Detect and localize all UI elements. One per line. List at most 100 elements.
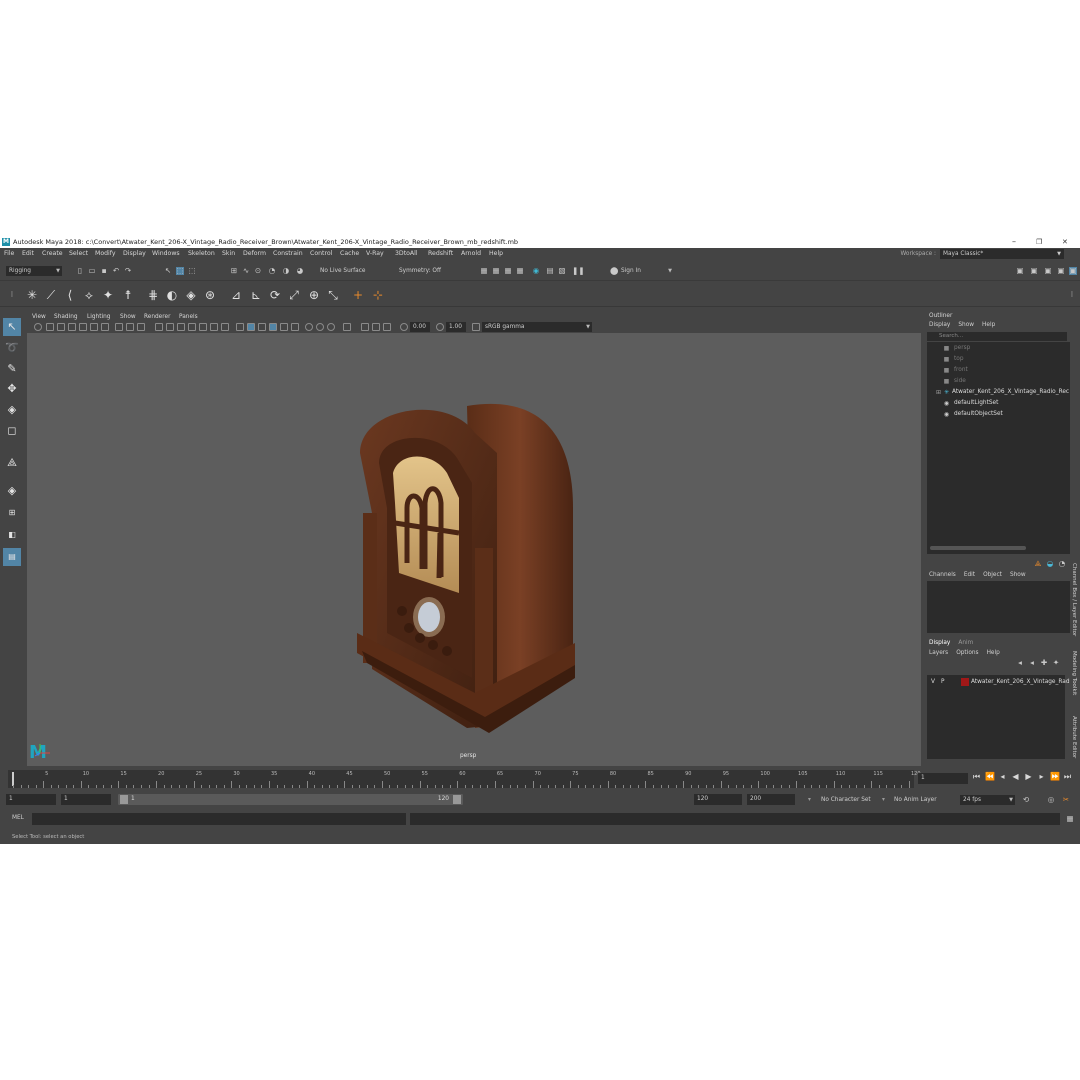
select-tool-icon[interactable]: ↖ <box>3 318 21 336</box>
vp-menu-show[interactable]: Show <box>120 312 136 322</box>
move-tool-icon[interactable]: ✥ <box>3 380 21 398</box>
current-frame-field[interactable]: 1 <box>918 773 968 784</box>
outliner-menu-display[interactable]: Display <box>929 322 950 328</box>
vp-menu-lighting[interactable]: Lighting <box>87 312 110 322</box>
bookmark-icon[interactable] <box>57 323 65 331</box>
step-back-key-icon[interactable]: ⏪ <box>985 772 995 782</box>
channel-box[interactable] <box>927 581 1070 633</box>
symmetry-label[interactable]: Symmetry: Off <box>399 266 441 276</box>
joint-tool-icon[interactable]: ✳ <box>24 287 40 303</box>
menu-vray[interactable]: V-Ray <box>366 248 384 260</box>
safe-action-icon[interactable] <box>137 323 145 331</box>
scale-tool-icon[interactable]: ◻ <box>3 422 21 440</box>
render-settings-icon[interactable]: ▦ <box>516 267 524 275</box>
snap-live-icon[interactable]: ◕ <box>296 267 304 275</box>
xray-components-icon[interactable] <box>258 323 266 331</box>
menu-create[interactable]: Create <box>42 248 63 260</box>
color-space-dropdown[interactable]: sRGB gamma ▼ <box>482 322 592 332</box>
step-forward-frame-icon[interactable]: ▸ <box>1037 772 1046 782</box>
render-sequence-icon[interactable]: ▦ <box>492 267 500 275</box>
motion-blur-icon[interactable] <box>280 323 288 331</box>
layer-name[interactable]: Atwater_Kent_206_X_Vintage_Rad <box>971 677 1070 687</box>
vp-menu-renderer[interactable]: Renderer <box>144 312 170 322</box>
character-set-dropdown[interactable]: No Character Set <box>821 795 871 805</box>
snap-surface-icon[interactable]: ◑ <box>282 267 290 275</box>
layer-editor-icon[interactable]: ▣ <box>1069 267 1077 275</box>
anti-aliasing-icon[interactable] <box>291 323 299 331</box>
channelbox-menu-show[interactable]: Show <box>1010 572 1026 578</box>
bind-skin-icon[interactable]: ⋕ <box>145 287 161 303</box>
select-hierarchy-icon[interactable]: ↖ <box>164 267 172 275</box>
live-surface-label[interactable]: No Live Surface <box>320 266 366 276</box>
rs-render-icon[interactable]: ▧ <box>558 267 566 275</box>
range-bar[interactable]: 1 120 <box>118 794 463 805</box>
layer-visibility-toggle[interactable]: V <box>931 677 935 687</box>
preferences-icon[interactable]: ✂ <box>1062 796 1070 804</box>
playback-start-field[interactable]: 1 <box>61 794 111 805</box>
sign-in-dropdown[interactable]: Sign In ▼ <box>618 266 674 276</box>
end-time-field[interactable]: 200 <box>747 794 795 805</box>
select-component-icon[interactable]: ⬚ <box>188 267 196 275</box>
menu-skin[interactable]: Skin <box>222 248 235 260</box>
open-scene-icon[interactable]: ▭ <box>88 267 96 275</box>
auto-key-icon[interactable]: ◎ <box>1047 796 1055 804</box>
snap-curve-icon[interactable]: ∿ <box>242 267 250 275</box>
select-object-icon[interactable]: ⬚ <box>176 267 184 275</box>
exposure-field[interactable]: 0.00 <box>410 322 430 332</box>
perspective-viewport[interactable]: M persp <box>27 333 921 766</box>
outliner-menu-help[interactable]: Help <box>982 322 995 328</box>
script-language-label[interactable]: MEL <box>12 813 24 823</box>
use-all-lights-icon[interactable] <box>210 323 218 331</box>
resolution-gate-icon[interactable] <box>101 323 109 331</box>
channelbox-menu-edit[interactable]: Edit <box>964 572 975 578</box>
four-view-icon[interactable]: ⊞ <box>3 504 21 522</box>
play-backward-icon[interactable]: ◀ <box>1011 772 1020 782</box>
grid-icon[interactable] <box>79 323 87 331</box>
xray-icon[interactable] <box>236 323 244 331</box>
menuset-dropdown[interactable]: Rigging ▼ <box>6 266 62 276</box>
outliner-scrollbar[interactable] <box>930 546 1026 550</box>
field-chart-icon[interactable] <box>126 323 134 331</box>
vp-menu-view[interactable]: View <box>32 312 46 322</box>
menu-select[interactable]: Select <box>69 248 88 260</box>
menu-display[interactable]: Display <box>123 248 146 260</box>
snap-view-icon[interactable]: ◔ <box>268 267 276 275</box>
play-forward-icon[interactable]: ▶ <box>1024 772 1033 782</box>
vp-menu-panels[interactable]: Panels <box>179 312 198 322</box>
wireframe-icon[interactable] <box>155 323 163 331</box>
layer-playback-toggle[interactable]: P <box>941 677 945 687</box>
snap-point-icon[interactable]: ⊙ <box>254 267 262 275</box>
textured-icon[interactable] <box>199 323 207 331</box>
rotate-tool-icon[interactable]: ◈ <box>3 401 21 419</box>
outliner-search-input[interactable]: Search... <box>927 332 1067 341</box>
layer-menu-layers[interactable]: Layers <box>929 650 948 656</box>
smooth-shade-icon[interactable] <box>166 323 174 331</box>
menu-control[interactable]: Control <box>310 248 332 260</box>
ipr-render-icon[interactable]: ▦ <box>504 267 512 275</box>
move-layer-down-icon[interactable]: ◂ <box>1028 659 1036 667</box>
attribute-editor-icon[interactable]: ▣ <box>1030 267 1038 275</box>
go-to-start-icon[interactable]: ⏮ <box>972 772 981 782</box>
persp-outliner-icon[interactable]: ◧ <box>3 526 21 544</box>
new-scene-icon[interactable]: ▯ <box>76 267 84 275</box>
close-button[interactable]: ✕ <box>1062 236 1068 248</box>
time-slider[interactable]: 5 10 15 20 25 30 35 40 45 50 55 60 65 70 75 80 85 90 95 100… <box>0 768 1080 790</box>
outliner-menu-show[interactable]: Show <box>958 322 974 328</box>
isolate-select-icon[interactable] <box>316 323 324 331</box>
timeline-track[interactable]: 5 10 15 20 25 30 35 40 45 50 55 60 65 70 75 80 85 90 95 100… <box>8 770 921 788</box>
shelf-options-icon[interactable]: ⁝ <box>8 291 16 299</box>
color-management-icon[interactable] <box>472 323 480 331</box>
hud-icon[interactable] <box>327 323 335 331</box>
camera-select-icon[interactable] <box>34 323 42 331</box>
frame-all-icon[interactable] <box>343 323 351 331</box>
menu-deform[interactable]: Deform <box>243 248 266 260</box>
layer-color-swatch[interactable] <box>961 678 969 686</box>
expand-icon[interactable]: ⊞ <box>935 389 942 396</box>
menu-redshift[interactable]: Redshift <box>428 248 453 260</box>
menu-constrain[interactable]: Constrain <box>273 248 303 260</box>
new-layer-selected-icon[interactable]: ✦ <box>1052 659 1060 667</box>
channel-lock-icon[interactable]: ◔ <box>1058 560 1066 568</box>
grease-pencil-icon[interactable] <box>383 323 391 331</box>
wireframe-on-shaded-icon[interactable] <box>188 323 196 331</box>
ik-spline-icon[interactable]: ⟨ <box>62 287 78 303</box>
